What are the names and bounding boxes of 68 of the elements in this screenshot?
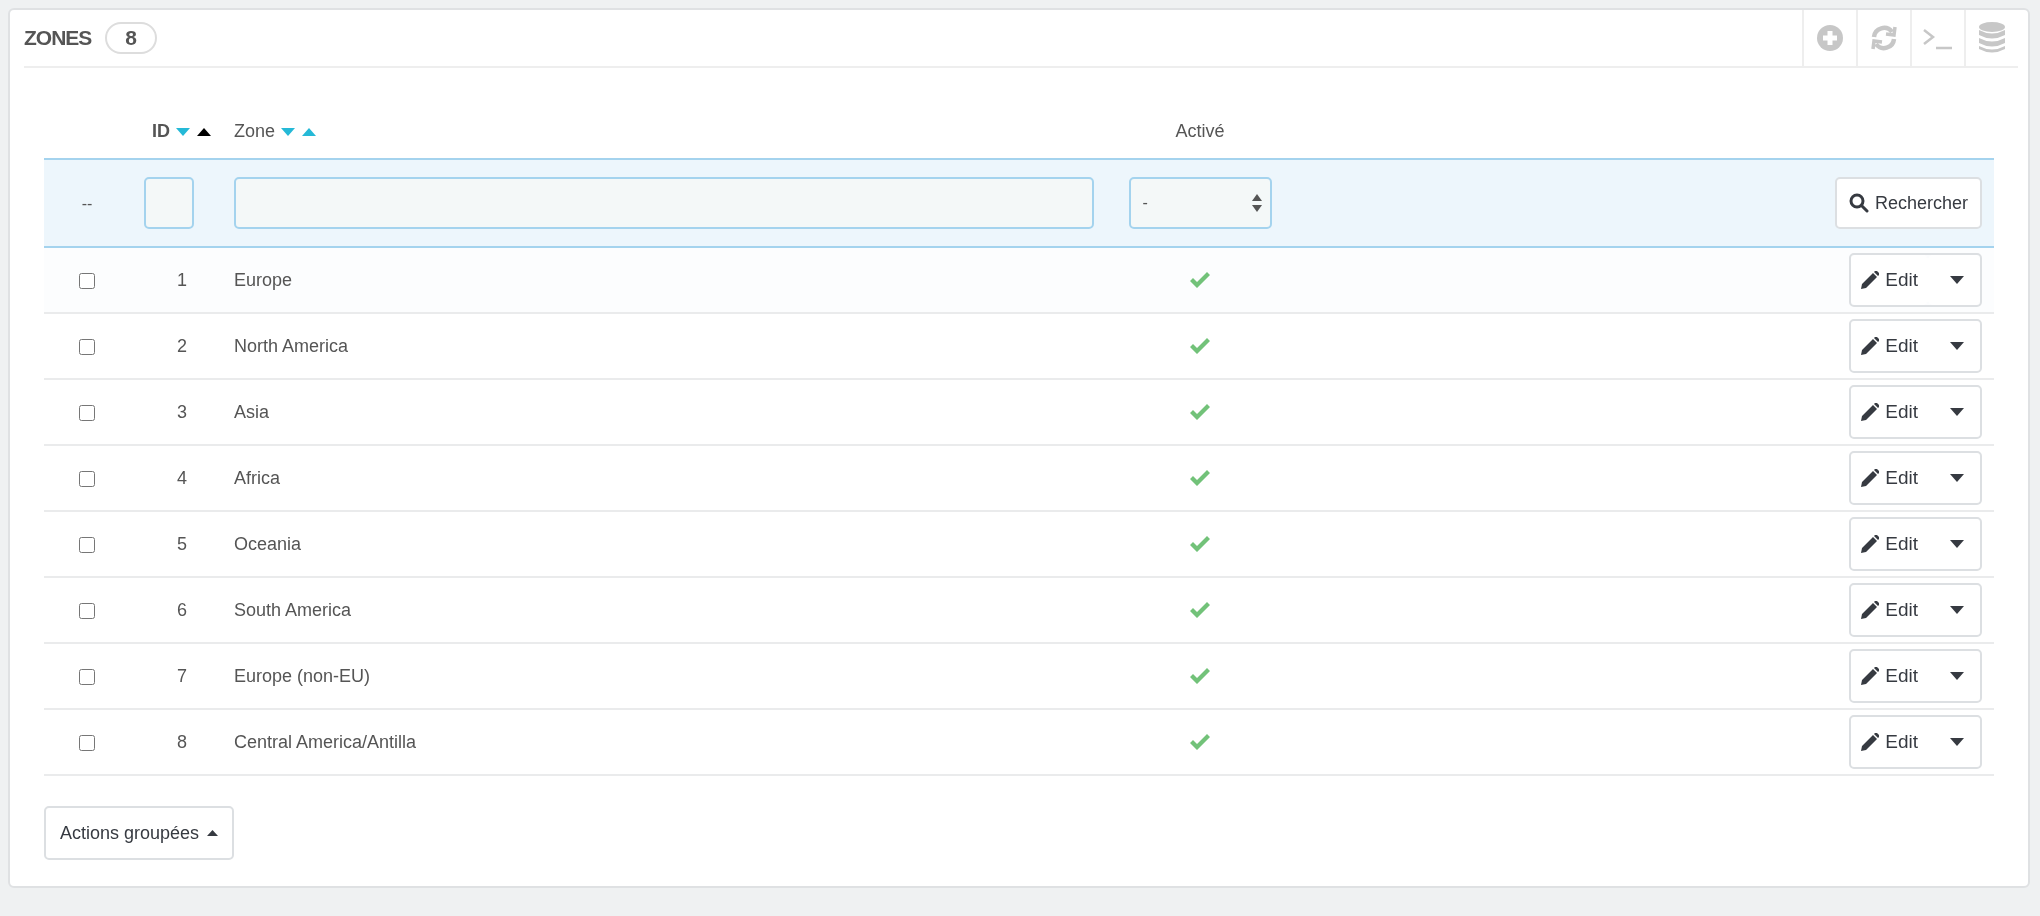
checkmark-icon[interactable] — [1189, 404, 1211, 422]
zone-name-cell: Central America/Antilla — [234, 731, 417, 752]
caret-down-icon — [1950, 276, 1964, 284]
checkmark-icon[interactable] — [1189, 338, 1211, 356]
id-cell: 6 — [177, 599, 187, 620]
id-cell: 3 — [177, 401, 187, 422]
caret-down-icon — [1950, 738, 1964, 746]
row-checkbox[interactable] — [79, 668, 95, 685]
search-icon — [1848, 193, 1869, 213]
row-checkbox[interactable] — [79, 338, 95, 355]
caret-down-icon — [1950, 408, 1964, 416]
pencil-icon — [1861, 469, 1880, 487]
pencil-icon — [1861, 733, 1880, 751]
row-checkbox[interactable] — [79, 272, 95, 289]
pencil-icon — [1861, 601, 1880, 619]
panel-title: ZONES — [24, 26, 92, 50]
checkmark-icon[interactable] — [1189, 536, 1211, 554]
id-cell: 1 — [177, 269, 187, 290]
id-cell: 7 — [177, 665, 187, 686]
zone-filter-field[interactable] — [234, 177, 1094, 229]
pencil-icon — [1861, 535, 1880, 553]
checkmark-icon[interactable] — [1189, 272, 1211, 290]
zone-name-cell: South America — [234, 599, 352, 620]
checkmark-icon[interactable] — [1189, 668, 1211, 686]
checkmark-icon[interactable] — [1189, 602, 1211, 620]
id-cell: 5 — [177, 533, 187, 554]
sort-descending-button[interactable] — [175, 127, 191, 136]
zone-name-cell: Asia — [234, 401, 269, 422]
column-header: Activé — [1175, 120, 1225, 141]
sort-descending-button[interactable] — [280, 127, 297, 136]
column-header: ID — [152, 120, 170, 141]
pencil-icon — [1861, 403, 1880, 421]
caret-up-icon — [207, 830, 219, 836]
pencil-icon — [1861, 337, 1880, 355]
caret-down-icon — [1950, 474, 1964, 482]
column-header: Zone — [234, 120, 276, 141]
caret-down-icon — [1950, 540, 1964, 548]
zone-name-cell: Africa — [234, 467, 280, 488]
zone-name-cell: Europe (non-EU) — [234, 665, 371, 686]
count-badge: 8 — [105, 22, 158, 54]
plus-circle-icon — [1816, 24, 1844, 52]
zone-name-cell: North America — [234, 335, 349, 356]
row-checkbox[interactable] — [79, 536, 95, 553]
checkmark-icon[interactable] — [1189, 470, 1211, 488]
id-filter-field[interactable] — [144, 177, 194, 229]
select-arrows-icon — [1251, 194, 1262, 212]
checkmark-icon[interactable] — [1189, 734, 1211, 752]
caret-down-icon — [1950, 342, 1964, 350]
no-filter-text: -- — [81, 194, 93, 212]
active-filter-select[interactable]: - — [1128, 177, 1272, 229]
sort-ascending-button[interactable] — [196, 127, 212, 136]
search-button[interactable]: Rechercher — [1834, 177, 1982, 229]
row-checkbox[interactable] — [79, 470, 95, 487]
database-icon — [1978, 21, 2006, 55]
row-checkbox[interactable] — [79, 602, 95, 619]
bulk-actions-button[interactable]: Actions groupées — [44, 806, 235, 860]
row-checkbox[interactable] — [79, 404, 95, 421]
row-checkbox[interactable] — [79, 734, 95, 751]
pencil-icon — [1861, 271, 1880, 289]
id-cell: 4 — [177, 467, 187, 488]
id-cell: 8 — [177, 731, 187, 752]
zone-name-cell: Europe — [234, 269, 293, 290]
caret-down-icon — [1950, 672, 1964, 680]
refresh-icon — [1869, 24, 1899, 52]
id-cell: 2 — [177, 335, 187, 356]
pencil-icon — [1861, 667, 1880, 685]
caret-down-icon — [1950, 606, 1964, 614]
zone-name-cell: Oceania — [234, 533, 302, 554]
